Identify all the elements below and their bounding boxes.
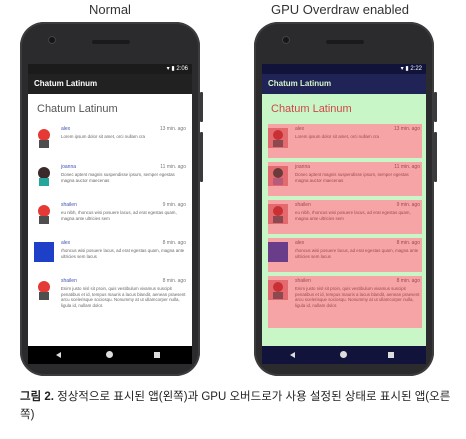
message-time: 8 min. ago	[162, 240, 186, 246]
avatar	[34, 280, 54, 300]
list-item[interactable]: alex 13 min. ago Lorem ipsum dolor sit a…	[268, 124, 422, 158]
list-item[interactable]: alex 13 min. ago Lorem ipsum dolor sit a…	[34, 124, 188, 162]
home-icon[interactable]	[340, 351, 347, 358]
status-icons: ▾ ▮	[166, 66, 177, 72]
message-text: Enim justo nisl sit proin, quis vestibul…	[61, 286, 186, 308]
avatar	[268, 242, 288, 262]
list-item[interactable]: shailen 8 min. ago Enim justo nisl sit p…	[268, 276, 422, 328]
avatar	[34, 166, 54, 186]
camera	[48, 36, 56, 44]
message-text: rhoncus wisi posuere lacus, ad erat eges…	[61, 248, 185, 259]
message-time: 8 min. ago	[396, 278, 420, 284]
avatar	[34, 128, 54, 148]
back-icon[interactable]	[290, 352, 295, 358]
volume-button	[200, 132, 203, 182]
power-button	[200, 92, 203, 122]
sender-name: shailen	[61, 202, 77, 208]
recent-apps-icon[interactable]	[154, 352, 160, 358]
message-time: 9 min. ago	[396, 202, 420, 208]
sender-name: shailen	[295, 278, 311, 284]
message-time: 8 min. ago	[396, 240, 420, 246]
message-text: Enim justo nisl sit proin, quis vestibul…	[295, 286, 420, 308]
avatar	[268, 166, 288, 186]
sender-name: alex	[295, 126, 305, 132]
message-text: rhoncus wisi posuere lacus, ad erat eges…	[295, 248, 419, 259]
figure-caption-label: 그림 2.	[20, 391, 54, 403]
message-time: 11 min. ago	[394, 164, 420, 170]
message-text: eu nibh, rhoncus wisi posuere lacus, ad …	[295, 210, 411, 221]
message-text: Donec aptent magnis suspendisse ipsum, s…	[295, 172, 409, 183]
avatar	[268, 128, 288, 148]
figure-caption-text: 정상적으로 표시된 앱(왼쪽)과 GPU 오버드로가 사용 설정된 상태로 표시…	[20, 391, 451, 421]
content-title: Chatum Latinum	[37, 103, 118, 115]
app-title: Chatum Latinum	[268, 79, 332, 88]
sender-name: alex	[295, 240, 305, 246]
sender-name: shailen	[295, 202, 311, 208]
message-time: 11 min. ago	[160, 164, 186, 170]
figure-caption: 그림 2. 정상적으로 표시된 앱(왼쪽)과 GPU 오버드로가 사용 설정된 …	[20, 388, 456, 424]
sender-name: alex	[61, 240, 71, 246]
message-time: 13 min. ago	[393, 126, 420, 132]
message-text: eu nibh, rhoncus wisi posuere lacus, ad …	[61, 210, 177, 221]
back-icon[interactable]	[56, 352, 61, 358]
list-item[interactable]: shailen 9 min. ago eu nibh, rhoncus wisi…	[268, 200, 422, 234]
sender-name: joanna	[61, 164, 77, 170]
power-button	[434, 92, 437, 122]
volume-button	[434, 132, 437, 182]
message-text: Lorem ipsum dolor sit amet, orci nullam …	[61, 134, 145, 139]
app-bar: Chatum Latinum	[262, 74, 426, 94]
label-overdraw: GPU Overdraw enabled	[270, 2, 409, 17]
list-item[interactable]: joanna 11 min. ago Donec aptent magnis s…	[268, 162, 422, 196]
status-time: 2:06	[176, 66, 188, 72]
recent-apps-icon[interactable]	[388, 352, 394, 358]
phone-normal: ▾ ▮ 2:06 Chatum Latinum Chatum Latinum a…	[20, 22, 203, 376]
sender-name: joanna	[295, 164, 311, 170]
speaker	[92, 40, 130, 44]
status-bar: ▾ ▮ 2:22	[262, 64, 426, 74]
sender-name: alex	[61, 126, 71, 132]
message-text: Lorem ipsum dolor sit amet, orci nullam …	[295, 134, 379, 139]
camera	[282, 36, 290, 44]
status-icons: ▾ ▮	[400, 66, 411, 72]
list-item[interactable]: shailen 9 min. ago eu nibh, rhoncus wisi…	[34, 200, 188, 238]
status-time: 2:22	[410, 66, 422, 72]
message-list: Chatum Latinum alex 13 min. ago Lorem ip…	[262, 94, 426, 346]
avatar	[34, 204, 54, 224]
message-list: Chatum Latinum alex 13 min. ago Lorem ip…	[28, 94, 192, 346]
speaker	[326, 40, 364, 44]
app-title: Chatum Latinum	[34, 79, 98, 88]
content-title: Chatum Latinum	[271, 103, 352, 115]
nav-bar	[28, 346, 192, 364]
avatar	[268, 280, 288, 300]
list-item[interactable]: alex 8 min. ago rhoncus wisi posuere lac…	[268, 238, 422, 272]
home-icon[interactable]	[106, 351, 113, 358]
status-bar: ▾ ▮ 2:06	[28, 64, 192, 74]
message-time: 13 min. ago	[159, 126, 186, 132]
avatar	[268, 204, 288, 224]
screen: ▾ ▮ 2:22 Chatum Latinum Chatum Latinum a…	[262, 64, 426, 364]
list-item[interactable]: shailen 8 min. ago Enim justo nisl sit p…	[34, 276, 188, 326]
label-normal: Normal	[89, 2, 131, 17]
phone-overdraw: ▾ ▮ 2:22 Chatum Latinum Chatum Latinum a…	[254, 22, 437, 376]
nav-bar	[262, 346, 426, 364]
screen: ▾ ▮ 2:06 Chatum Latinum Chatum Latinum a…	[28, 64, 192, 364]
message-text: Donec aptent magnis suspendisse ipsum, s…	[61, 172, 175, 183]
message-time: 9 min. ago	[162, 202, 186, 208]
list-item[interactable]: alex 8 min. ago rhoncus wisi posuere lac…	[34, 238, 188, 276]
list-item[interactable]: joanna 11 min. ago Donec aptent magnis s…	[34, 162, 188, 200]
message-time: 8 min. ago	[162, 278, 186, 284]
sender-name: shailen	[61, 278, 77, 284]
avatar	[34, 242, 54, 262]
app-bar: Chatum Latinum	[28, 74, 192, 94]
